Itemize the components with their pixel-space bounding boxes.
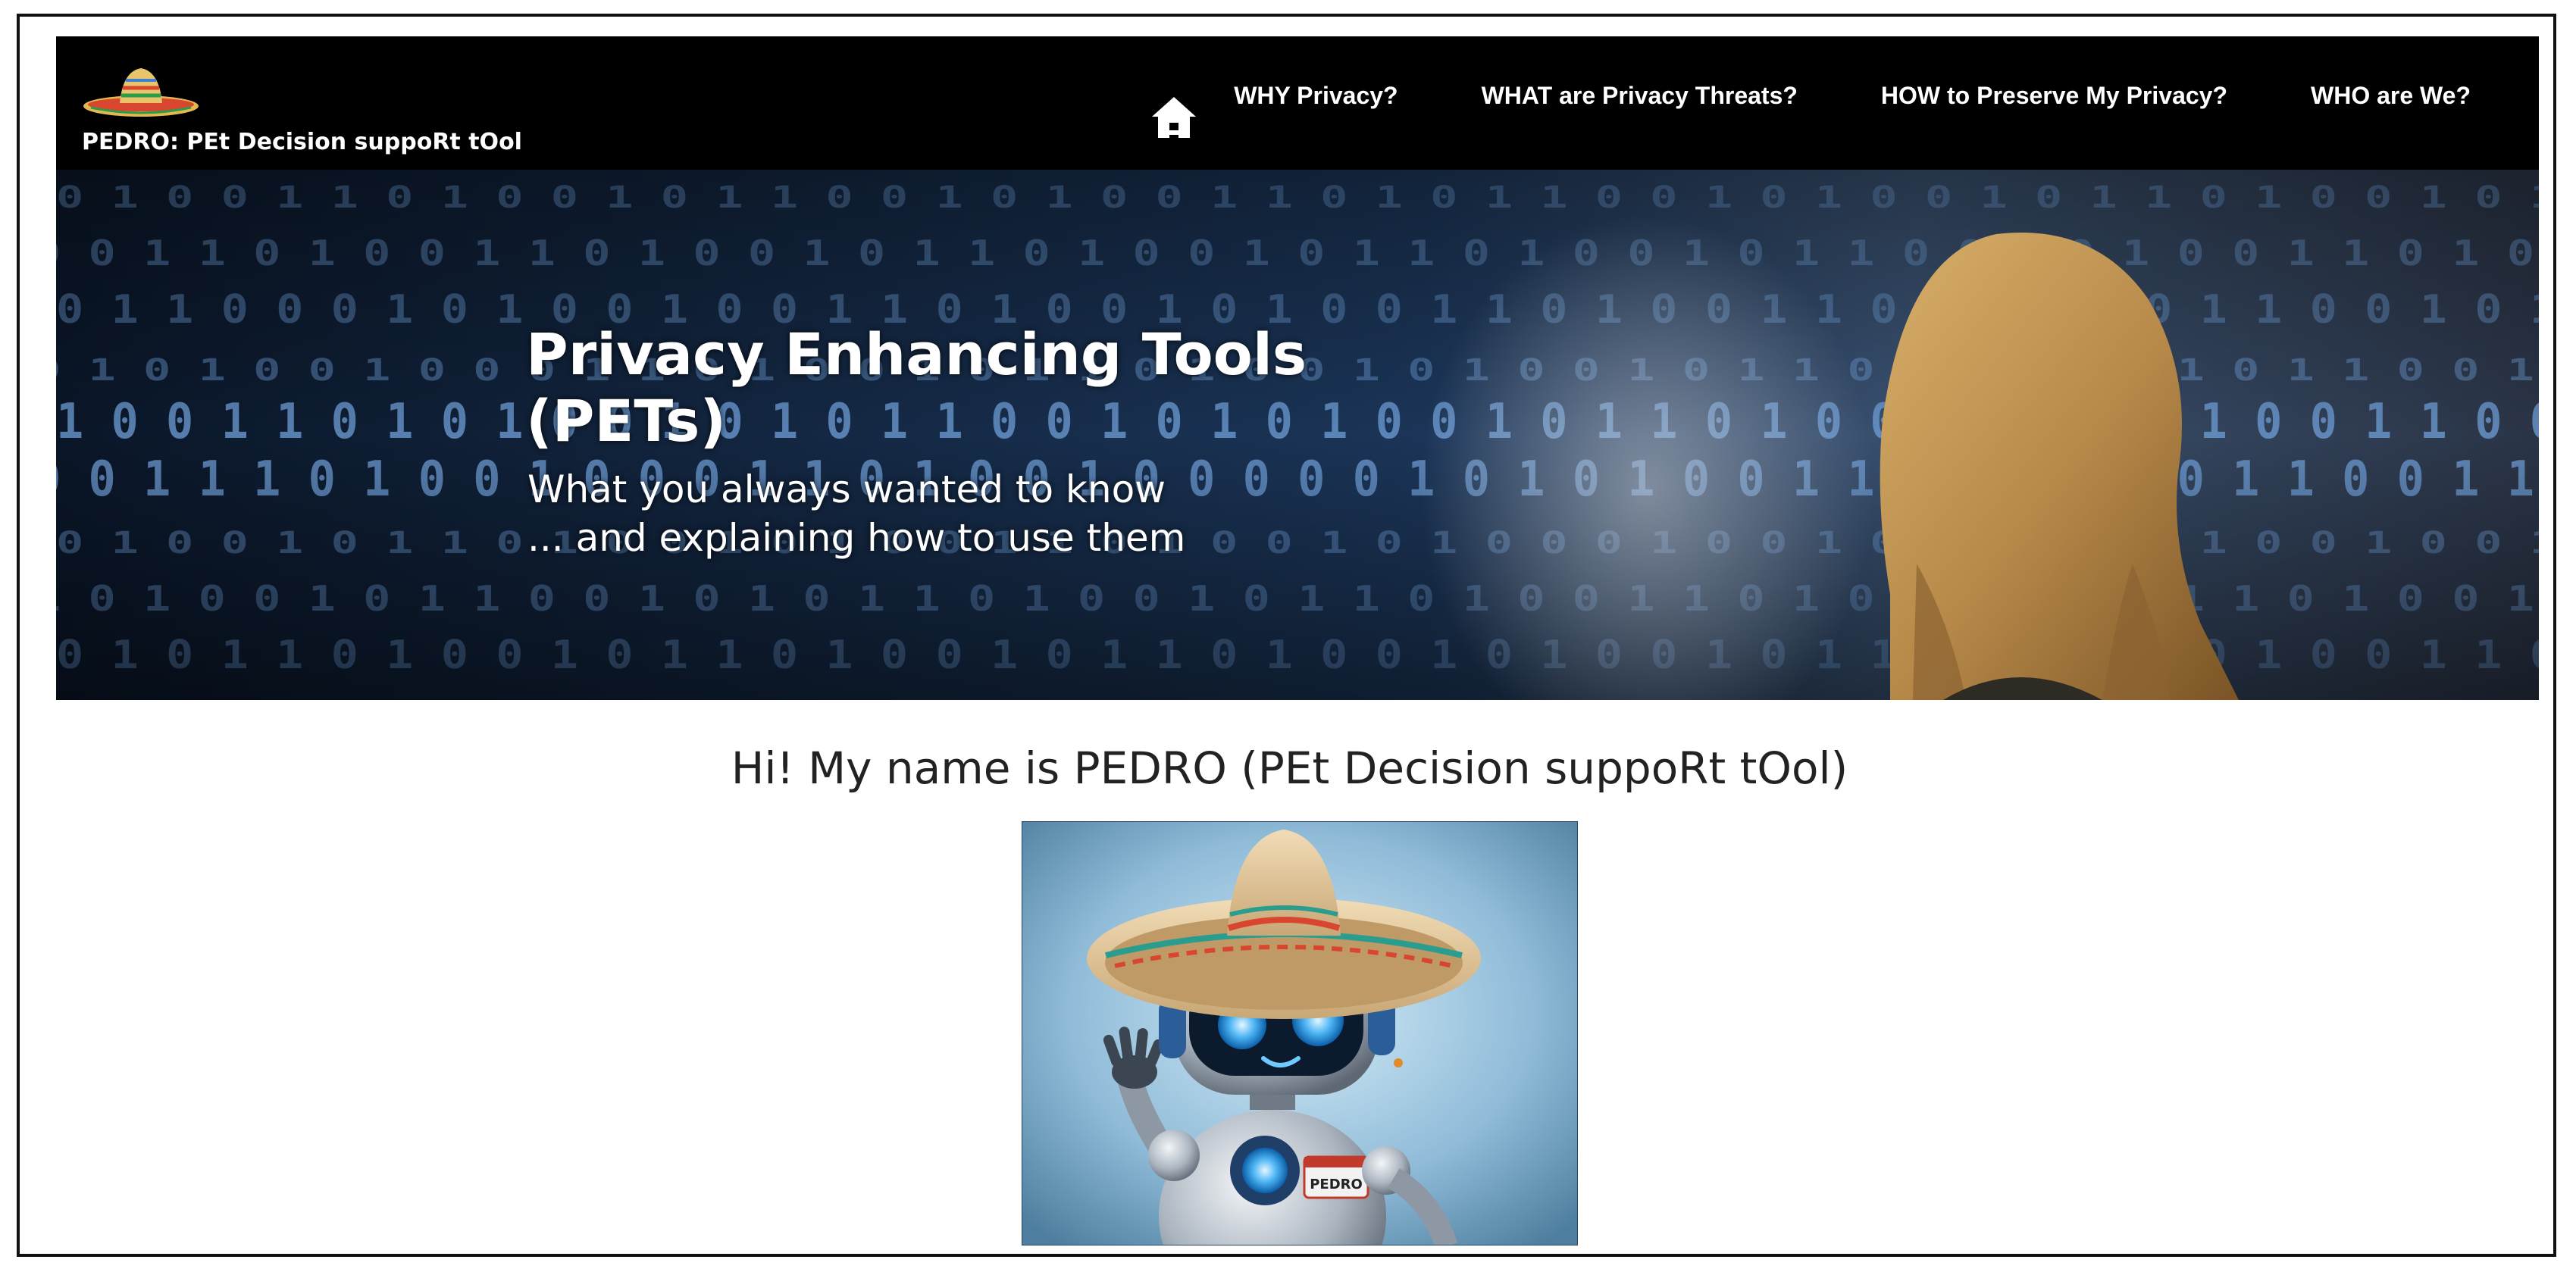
hero-title: Privacy Enhancing Tools (PETs) <box>526 320 1307 455</box>
site-header: PEDRO: PEt Decision suppoRt tOol WHY Pri… <box>56 36 2539 170</box>
intro-heading: Hi! My name is PEDRO (PEt Decision suppo… <box>731 742 1848 794</box>
home-icon <box>1152 97 1196 138</box>
robot-mascot-icon: PEDRO <box>1022 822 1577 1245</box>
brand-link[interactable]: PEDRO: PEt Decision suppoRt tOol <box>80 53 522 159</box>
hero-subtitle-line-2: ... and explaining how to use them <box>527 516 1186 560</box>
hero-subtitle-line-1: What you always wanted to know <box>527 467 1166 511</box>
brand-text: PEDRO: PEt Decision suppoRt tOol <box>82 129 522 155</box>
nav-who-are-we[interactable]: WHO are We? <box>2311 82 2471 110</box>
hero-banner: 0 1 0 0 1 1 0 1 0 0 1 0 1 1 0 0 1 0 1 0 … <box>56 170 2539 700</box>
pedro-robot-image: PEDRO <box>1022 821 1578 1245</box>
home-button[interactable] <box>1149 94 1199 141</box>
nav-why-privacy[interactable]: WHY Privacy? <box>1234 82 1398 110</box>
main-navigation: WHY Privacy? WHAT are Privacy Threats? H… <box>1234 82 2471 110</box>
nav-what-threats[interactable]: WHAT are Privacy Threats? <box>1482 82 1798 110</box>
hero-subtitle: What you always wanted to know ... and e… <box>527 465 1361 562</box>
nav-how-preserve[interactable]: HOW to Preserve My Privacy? <box>1881 82 2227 110</box>
page-frame: PEDRO: PEt Decision suppoRt tOol WHY Pri… <box>17 14 2556 1257</box>
sombrero-logo-icon <box>83 68 199 117</box>
robot-badge-text: PEDRO <box>1310 1177 1363 1192</box>
